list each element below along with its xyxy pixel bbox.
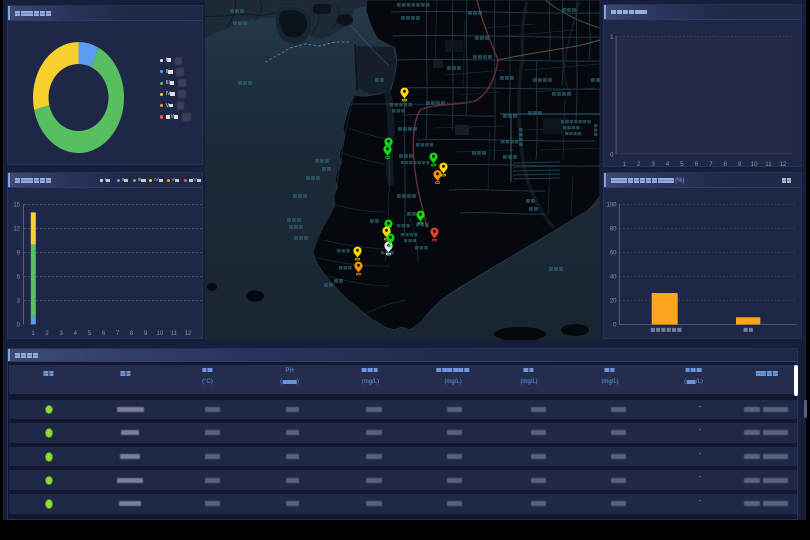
svg-text:3: 3 [651, 161, 655, 168]
svg-text:11: 11 [171, 331, 178, 337]
svg-text:): ) [582, 132, 583, 136]
svg-text:11: 11 [765, 161, 772, 168]
svg-text:3: 3 [17, 299, 21, 305]
svg-text:100: 100 [606, 203, 617, 209]
svg-text:10: 10 [750, 161, 757, 168]
svg-text:0: 0 [17, 323, 21, 329]
svg-text:6: 6 [694, 161, 698, 168]
svg-text:8: 8 [130, 331, 134, 337]
svg-text:4: 4 [74, 331, 78, 337]
svg-text:12: 12 [13, 227, 20, 233]
svg-text:12: 12 [779, 161, 786, 168]
svg-text:6: 6 [17, 275, 21, 281]
svg-text:6: 6 [102, 331, 106, 337]
svg-text:20: 20 [609, 299, 616, 305]
svg-text:9: 9 [737, 161, 741, 168]
svg-text:1: 1 [622, 161, 626, 168]
svg-text:5: 5 [88, 331, 92, 337]
svg-text:80: 80 [609, 227, 616, 233]
svg-text:1: 1 [31, 331, 35, 337]
svg-text:12: 12 [185, 331, 192, 337]
svg-text:9: 9 [144, 331, 148, 337]
svg-text:0: 0 [610, 152, 614, 158]
svg-text:7: 7 [709, 161, 713, 168]
svg-text:60: 60 [609, 251, 616, 257]
svg-text:5: 5 [680, 161, 684, 168]
svg-text:2: 2 [636, 161, 640, 168]
svg-text:2: 2 [45, 331, 49, 337]
svg-text:9: 9 [17, 251, 21, 257]
svg-text:7: 7 [116, 331, 120, 337]
svg-text:40: 40 [609, 275, 616, 281]
svg-text:0: 0 [613, 323, 617, 329]
svg-text:1: 1 [610, 35, 614, 41]
svg-text:3: 3 [60, 331, 64, 337]
svg-text:10: 10 [156, 331, 163, 337]
svg-text:4: 4 [665, 161, 669, 168]
svg-text:8: 8 [723, 161, 727, 168]
svg-text:15: 15 [13, 203, 20, 209]
